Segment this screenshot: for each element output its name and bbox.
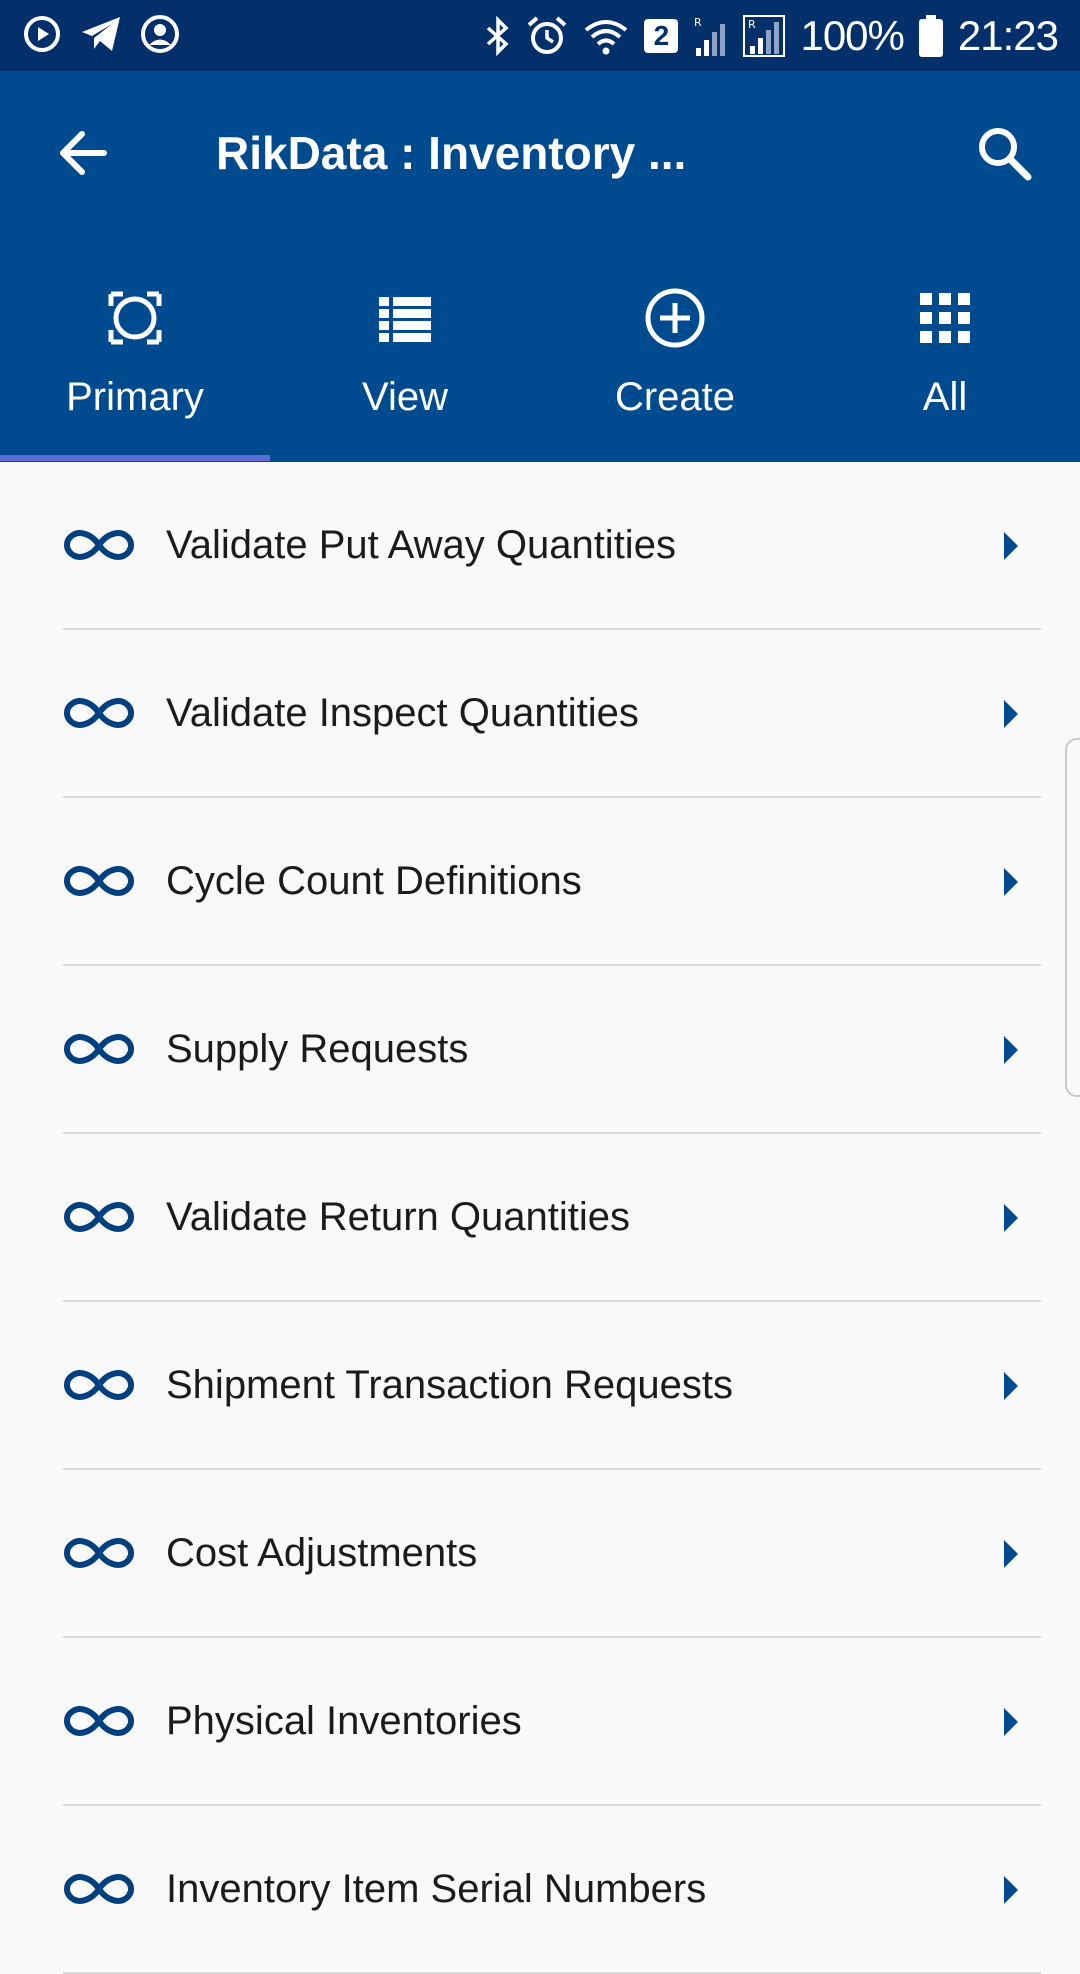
list-item-label: Inventory Item Serial Numbers — [166, 1867, 707, 1911]
list-item[interactable]: Cost Adjustments — [63, 1470, 1041, 1638]
chevron-right-icon — [1004, 1876, 1018, 1904]
sim-badge: 2 — [644, 19, 679, 53]
infinity-icon — [64, 698, 134, 728]
list-item-label: Validate Put Away Quantities — [166, 523, 676, 567]
list-item-label: Validate Inspect Quantities — [166, 691, 639, 735]
chevron-right-icon — [1004, 1036, 1018, 1064]
list-item-label: Cycle Count Definitions — [166, 859, 582, 903]
tab-create-label: Create — [614, 375, 736, 419]
account-icon — [141, 15, 179, 53]
list-item-label: Cost Adjustments — [166, 1531, 478, 1575]
signal-icon: R — [743, 15, 786, 57]
search-icon — [979, 128, 1032, 181]
infinity-icon — [64, 1706, 134, 1736]
list-item[interactable]: Supply Requests — [63, 966, 1041, 1134]
list-item[interactable]: Validate Return Quantities — [63, 1134, 1041, 1302]
list-item[interactable]: Shipment Transaction Requests — [63, 1302, 1041, 1470]
clock: 21:23 — [957, 12, 1059, 59]
tab-create[interactable]: Create — [540, 267, 810, 462]
alarm-icon — [528, 16, 567, 54]
infinity-icon — [64, 1538, 134, 1568]
app-bar: RikData : Inventory ... Primary View Cre… — [0, 71, 1080, 462]
list-item[interactable]: Inventory Item Serial Numbers — [63, 1806, 1041, 1974]
tab-view[interactable]: View — [270, 267, 540, 462]
svg-text:R: R — [694, 16, 702, 29]
signal-icon: R — [694, 16, 726, 56]
infinity-icon — [64, 530, 134, 560]
tab-selected-indicator — [0, 455, 270, 461]
list-item[interactable]: Physical Inventories — [63, 1638, 1041, 1806]
plus-circle-icon — [645, 288, 705, 348]
wifi-icon — [585, 20, 628, 55]
infinity-icon — [64, 1202, 134, 1232]
list-item-label: Validate Return Quantities — [166, 1195, 630, 1239]
battery-icon — [918, 15, 943, 57]
scrollbar-thumb[interactable] — [1065, 738, 1080, 1097]
list-item-label: Physical Inventories — [166, 1699, 522, 1743]
tab-primary[interactable]: Primary — [0, 267, 270, 462]
infinity-icon — [64, 866, 134, 896]
bluetooth-icon — [487, 16, 510, 56]
status-left-icons — [22, 14, 180, 54]
telegram-icon — [82, 17, 120, 51]
primary-icon — [108, 291, 162, 345]
svg-text:R: R — [748, 18, 756, 31]
tab-bar: Primary View Create All — [0, 267, 1080, 462]
infinity-icon — [64, 1874, 134, 1904]
list-item-label: Shipment Transaction Requests — [166, 1363, 733, 1407]
chevron-right-icon — [1004, 868, 1018, 896]
search-button[interactable] — [972, 121, 1036, 185]
status-right-icons: 2 R R 100% 21:23 — [484, 8, 1059, 64]
status-bar: 2 R R 100% 21:23 — [0, 0, 1080, 71]
chevron-right-icon — [1004, 700, 1018, 728]
tab-all-label: All — [922, 375, 968, 419]
chevron-right-icon — [1004, 1540, 1018, 1568]
list-item-label: Supply Requests — [166, 1027, 469, 1071]
infinity-icon — [64, 1034, 134, 1064]
list-item[interactable]: Validate Put Away Quantities — [63, 462, 1041, 630]
page-title: RikData : Inventory ... — [216, 127, 687, 179]
chevron-right-icon — [1004, 1204, 1018, 1232]
tab-view-label: View — [362, 375, 448, 419]
grid-icon — [920, 293, 970, 343]
chevron-right-icon — [1004, 1372, 1018, 1400]
tab-all[interactable]: All — [810, 267, 1080, 462]
infinity-icon — [64, 1370, 134, 1400]
tab-primary-label: Primary — [66, 375, 204, 419]
list-item[interactable]: Cycle Count Definitions — [63, 798, 1041, 966]
list-item[interactable]: Validate Inspect Quantities — [63, 630, 1041, 798]
chevron-right-icon — [1004, 532, 1018, 560]
battery-percent: 100% — [800, 12, 904, 59]
arrow-left-icon — [60, 131, 107, 175]
list-icon — [379, 297, 431, 342]
back-button[interactable] — [52, 121, 116, 185]
chevron-right-icon — [1004, 1708, 1018, 1736]
media-icon — [24, 16, 60, 52]
